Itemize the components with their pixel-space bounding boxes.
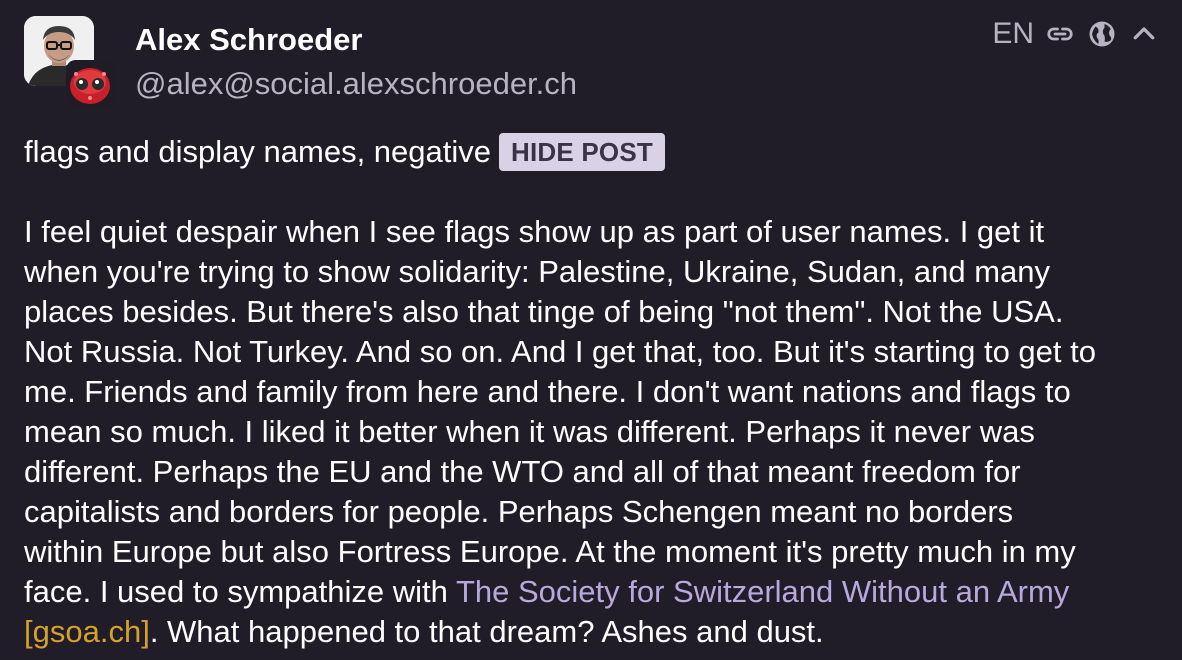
post-body: I feel quiet despair when I see flags sh… xyxy=(24,212,1164,652)
spoiler-text: flags and display names, negative xyxy=(24,134,492,169)
body-line: I feel quiet despair when I see flags sh… xyxy=(24,214,1045,249)
body-line: face. I used to sympathize with The Soci… xyxy=(24,572,1164,612)
body-line: within Europe but also Fortress Europe. … xyxy=(24,534,1076,569)
post-header-tools: EN xyxy=(992,14,1160,54)
body-line: when you're trying to show solidarity: P… xyxy=(24,254,1051,289)
gsoa-link[interactable]: The Society for Switzerland Without an A… xyxy=(456,574,1069,609)
body-line: me. Friends and family from here and the… xyxy=(24,374,1071,409)
body-text: face. I used to sympathize with xyxy=(24,574,456,609)
body-line: capitalists and borders for people. Perh… xyxy=(24,494,1014,529)
body-line: mean so much. I liked it better when it … xyxy=(24,414,1035,449)
chevron-up-icon[interactable] xyxy=(1128,18,1160,50)
body-line: different. Perhaps the EU and the WTO an… xyxy=(24,454,1021,489)
language-label: EN xyxy=(992,17,1034,50)
body-line: places besides. But there's also that ti… xyxy=(24,294,1064,329)
body-line: [gsoa.ch]. What happened to that dream? … xyxy=(24,612,1164,652)
display-name[interactable]: Alex Schroeder xyxy=(135,20,362,60)
globe-icon[interactable] xyxy=(1086,18,1118,50)
body-line: Not Russia. Not Turkey. And so on. And I… xyxy=(24,334,1096,369)
content-warning: flags and display names, negative HIDE P… xyxy=(24,132,665,172)
instance-avatar-icon[interactable] xyxy=(66,60,114,108)
link-domain-tag[interactable]: [gsoa.ch] xyxy=(24,614,150,649)
account-handle[interactable]: @alex@social.alexschroeder.ch xyxy=(135,64,577,104)
hide-post-button[interactable]: HIDE POST xyxy=(499,133,665,171)
body-text: . What happened to that dream? Ashes and… xyxy=(149,614,824,649)
avatar-group[interactable] xyxy=(24,16,120,108)
link-icon[interactable] xyxy=(1044,18,1076,50)
status-post: Alex Schroeder @alex@social.alexschroede… xyxy=(0,0,1182,660)
